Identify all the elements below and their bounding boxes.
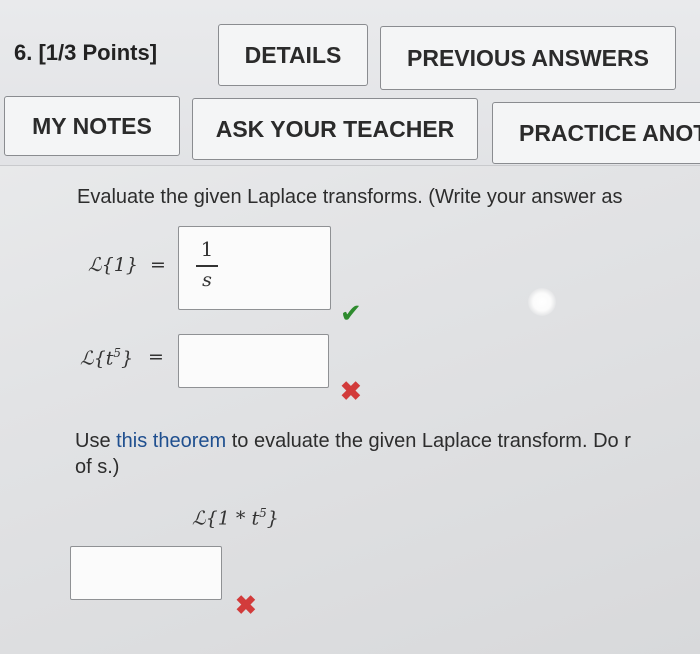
screen-glare xyxy=(528,288,556,316)
details-button[interactable]: DETAILS xyxy=(218,24,368,86)
laplace-1-label: ℒ{1} xyxy=(88,254,138,276)
answer-field-3[interactable] xyxy=(70,546,222,600)
laplace-convolution-expression: ℒ{1 * t5} xyxy=(192,506,279,530)
problem-instruction: Evaluate the given Laplace transforms. (… xyxy=(77,186,623,208)
equals-sign-2: = xyxy=(148,346,164,368)
check-icon: ✔ xyxy=(340,298,362,328)
my-notes-button[interactable]: MY NOTES xyxy=(4,96,180,156)
fraction-denominator: s xyxy=(202,269,212,291)
laplace-t5-label: ℒ{t5} xyxy=(80,346,134,370)
equals-sign-1: = xyxy=(150,254,166,276)
fraction-bar xyxy=(196,265,218,267)
problem-content: Evaluate the given Laplace transforms. (… xyxy=(0,166,700,654)
previous-answers-button[interactable]: PREVIOUS ANSWERS xyxy=(380,26,676,90)
question-header: 6. [1/3 Points] DETAILS PREVIOUS ANSWERS… xyxy=(0,0,700,166)
practice-another-button[interactable]: PRACTICE ANOT xyxy=(492,102,700,164)
theorem-instruction: Use this theorem to evaluate the given L… xyxy=(75,430,631,452)
answer-field-2[interactable] xyxy=(178,334,329,388)
theorem-link[interactable]: this theorem xyxy=(116,430,226,452)
x-icon: ✖ xyxy=(235,590,257,620)
x-icon: ✖ xyxy=(340,376,362,406)
question-label: 6. [1/3 Points] xyxy=(14,40,158,65)
fraction-numerator: 1 xyxy=(200,237,214,261)
theorem-instruction-line2: of s.) xyxy=(75,456,120,478)
ask-your-teacher-button[interactable]: ASK YOUR TEACHER xyxy=(192,98,478,160)
answer-field-1[interactable]: 1 s xyxy=(178,226,331,310)
